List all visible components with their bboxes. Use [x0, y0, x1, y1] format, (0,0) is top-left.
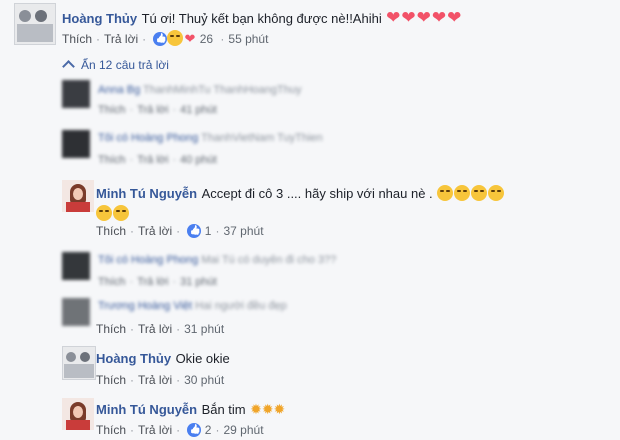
comment-text: Accept đi cô 3 .... hãy ship với nhau nè…: [201, 186, 433, 201]
comment-author[interactable]: Minh Tú Nguyễn: [96, 402, 197, 417]
timestamp[interactable]: 55 phút: [228, 32, 268, 46]
comment-text: Okie okie: [175, 351, 230, 366]
comment-author[interactable]: Hoàng Thủy: [62, 11, 137, 26]
reaction-icons[interactable]: ❤ 26: [153, 30, 216, 46]
reply-text: ThanhMinhTu ThanhHoangThuy: [143, 84, 302, 96]
like-link: Thích: [98, 154, 126, 166]
like-link: Thích: [98, 104, 126, 116]
reply-link: Trả lời: [137, 104, 169, 116]
reply-author: Trương Hoàng Việt: [98, 300, 193, 312]
timestamp[interactable]: 29 phút: [223, 423, 263, 437]
like-reaction-icon: [187, 423, 202, 437]
timestamp: 40 phút: [180, 154, 217, 166]
timestamp[interactable]: 31 phút: [184, 322, 224, 336]
avatar[interactable]: [62, 346, 96, 380]
reply-author: Tôi có Hoàng Phong: [98, 132, 199, 144]
avatar: [62, 130, 90, 158]
timestamp[interactable]: 30 phút: [184, 373, 224, 387]
hide-replies-label: Ẩn 12 câu trả lời: [81, 58, 169, 72]
comment-text: Bắn tim: [201, 402, 246, 417]
timestamp[interactable]: 37 phút: [223, 224, 263, 238]
like-link[interactable]: Thích: [96, 423, 126, 437]
reply-link[interactable]: Trả lời: [104, 32, 138, 46]
reply-link[interactable]: Trả lời: [138, 373, 172, 387]
laugh-reaction-icon: [167, 30, 184, 46]
reaction-count: 2: [204, 423, 212, 437]
avatar[interactable]: [62, 180, 94, 212]
timestamp: 41 phút: [180, 104, 217, 116]
reaction-count: 26: [199, 32, 214, 46]
love-reaction-icon: ❤: [184, 31, 197, 46]
avatar: [62, 298, 90, 326]
avatar: [62, 80, 90, 108]
reply-link: Trả lời: [137, 154, 169, 166]
avatar[interactable]: [62, 398, 94, 430]
sparkle-emoji: ✹✹✹: [250, 401, 286, 417]
hide-replies-link[interactable]: Ẩn 12 câu trả lời: [62, 58, 169, 73]
chevron-up-icon: [62, 60, 75, 73]
reaction-icons[interactable]: 2: [187, 423, 211, 437]
reply-text: ThanhVietNam TuyThien: [201, 132, 323, 144]
like-link[interactable]: Thích: [62, 32, 92, 46]
like-link: Thích: [98, 276, 126, 288]
reaction-count: 1: [204, 224, 212, 238]
like-reaction-icon: [153, 32, 168, 46]
reply-link[interactable]: Trả lời: [138, 423, 172, 437]
reply-text: Mai Tú có duyên đi cho 3??: [201, 254, 337, 266]
reply-text: Hai người đều đẹp: [195, 300, 287, 312]
reply-link[interactable]: Trả lời: [138, 322, 172, 336]
comment-text: Tú ơi! Thuỷ kết bạn không được nè!!Ahihi: [141, 11, 382, 26]
reply-link: Trả lời: [137, 276, 169, 288]
heart-emoji: ❤❤❤❤❤: [386, 8, 463, 27]
comment-author[interactable]: Hoàng Thủy: [96, 351, 171, 366]
like-link[interactable]: Thích: [96, 322, 126, 336]
reaction-icons[interactable]: 1: [187, 224, 211, 238]
timestamp: 31 phút: [180, 276, 217, 288]
reply-author: Tôi có Hoàng Phong: [98, 254, 199, 266]
like-reaction-icon: [187, 224, 202, 238]
avatar[interactable]: [14, 3, 56, 45]
reply-author: Anna Bg: [98, 84, 141, 96]
like-link[interactable]: Thích: [96, 373, 126, 387]
avatar: [62, 252, 90, 280]
reply-link[interactable]: Trả lời: [138, 224, 172, 238]
comment-author[interactable]: Minh Tú Nguyễn: [96, 186, 197, 201]
like-link[interactable]: Thích: [96, 224, 126, 238]
